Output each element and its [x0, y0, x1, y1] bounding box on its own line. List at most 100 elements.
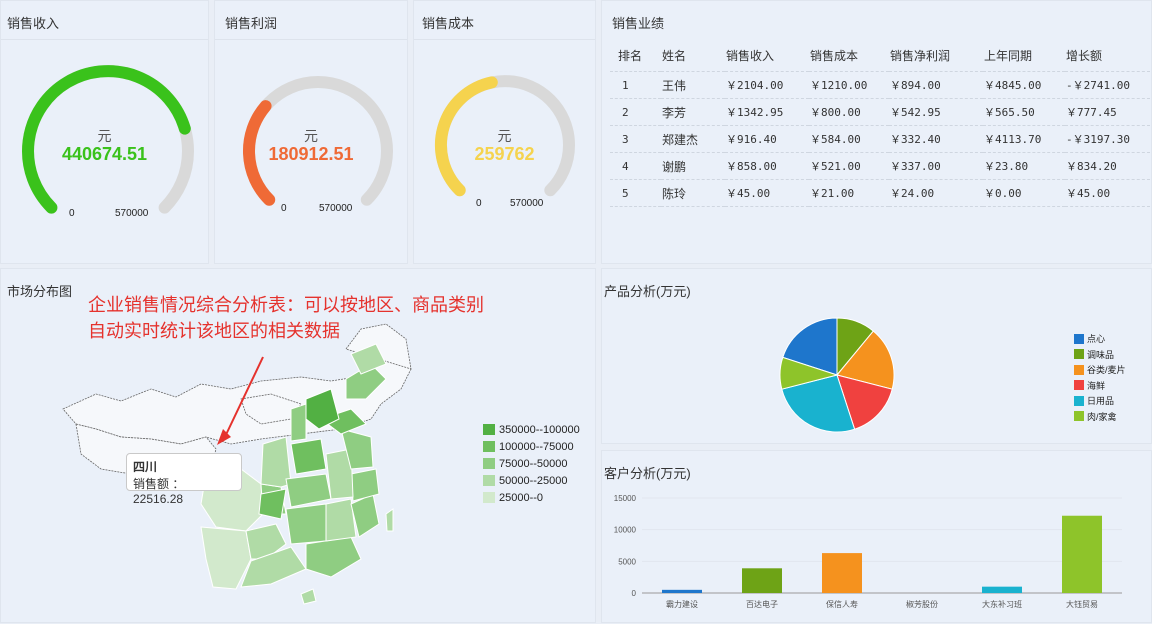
map-region-shanxi: [291, 404, 306, 441]
cell-revenue: ￥916.40: [725, 126, 809, 153]
map-region-hubei: [286, 474, 331, 507]
bar-chart[interactable]: 150001000050000霸力建设百达电子保信人寿椒芳股份大东补习班大钰贸易: [602, 451, 1152, 624]
legend-item[interactable]: 肉/家禽: [1074, 409, 1126, 425]
legend-label: 50000--25000: [499, 475, 568, 487]
cell-cost: ￥21.00: [809, 180, 889, 207]
panel-title: 销售业绩: [612, 13, 664, 32]
legend-label: 日用品: [1087, 394, 1114, 407]
legend-item[interactable]: 100000--75000: [483, 438, 580, 455]
bar[interactable]: [662, 590, 702, 593]
cell-revenue: ￥45.00: [725, 180, 809, 207]
cell-net-profit: ￥894.00: [889, 72, 983, 99]
gauge-min: 0: [281, 203, 287, 214]
gauge-min: 0: [69, 208, 75, 219]
cell-rank: 2: [610, 99, 661, 126]
legend-swatch: [1074, 396, 1084, 406]
column-header[interactable]: 销售成本: [809, 39, 889, 72]
legend-swatch: [483, 475, 495, 486]
tooltip-value: 销售额 ： 22516.28: [133, 475, 235, 506]
cell-revenue: ￥858.00: [725, 153, 809, 180]
legend-item[interactable]: 谷类/麦片: [1074, 362, 1126, 378]
table-row[interactable]: 4 谢鹏 ￥858.00 ￥521.00 ￥337.00 ￥23.80 ￥834…: [610, 153, 1150, 180]
table-row[interactable]: 3 郑建杰 ￥916.40 ￥584.00 ￥332.40 ￥4113.70 -…: [610, 126, 1150, 153]
cell-revenue: ￥1342.95: [725, 99, 809, 126]
cell-name: 王伟: [661, 72, 725, 99]
legend-item[interactable]: 25000--0: [483, 489, 580, 506]
column-header[interactable]: 增长额: [1065, 39, 1150, 72]
cell-growth: ￥834.20: [1065, 153, 1150, 180]
legend-item[interactable]: 点心: [1074, 331, 1126, 347]
map-region-gansu: [259, 489, 286, 519]
cell-net-profit: ￥24.00: [889, 180, 983, 207]
cell-name: 郑建杰: [661, 126, 725, 153]
legend-swatch: [483, 441, 495, 452]
column-header[interactable]: 姓名: [661, 39, 725, 72]
product-pie-panel: 产品分析(万元) 点心 调味品 谷类/麦片 海鲜 日用品 肉/家禽: [601, 268, 1152, 444]
map-region-henan: [291, 439, 326, 474]
legend-item[interactable]: 调味品: [1074, 347, 1126, 363]
legend-item[interactable]: 75000--50000: [483, 455, 580, 472]
gauge-max: 570000: [510, 198, 543, 209]
cell-last-year: ￥565.50: [983, 99, 1065, 126]
sales-table: 排名 姓名 销售收入 销售成本 销售净利润 上年同期 增长额 1 王伟 ￥210…: [610, 39, 1150, 207]
x-tick-label: 百达电子: [746, 599, 778, 609]
x-tick-label: 霸力建设: [666, 599, 698, 609]
legend-swatch: [483, 492, 495, 503]
column-header[interactable]: 销售收入: [725, 39, 809, 72]
gauge-value: 259762: [414, 144, 595, 165]
gauge-panel-cost: 销售成本 元 259762 0 570000: [413, 0, 596, 264]
table-row[interactable]: 1 王伟 ￥2104.00 ￥1210.00 ￥894.00 ￥4845.00 …: [610, 72, 1150, 99]
cell-growth: ￥777.45: [1065, 99, 1150, 126]
cell-cost: ￥521.00: [809, 153, 889, 180]
map-region-taiwan: [386, 509, 393, 531]
legend-label: 350000--100000: [499, 424, 580, 436]
cell-last-year: ￥4113.70: [983, 126, 1065, 153]
legend-swatch: [483, 424, 495, 435]
cell-growth: -￥3197.30: [1065, 126, 1150, 153]
customer-bar-panel: 客户分析(万元) 150001000050000霸力建设百达电子保信人寿椒芳股份…: [601, 450, 1152, 623]
table-row[interactable]: 2 李芳 ￥1342.95 ￥800.00 ￥542.95 ￥565.50 ￥7…: [610, 99, 1150, 126]
cell-last-year: ￥0.00: [983, 180, 1065, 207]
column-header[interactable]: 上年同期: [983, 39, 1065, 72]
cell-name: 陈玲: [661, 180, 725, 207]
column-header[interactable]: 销售净利润: [889, 39, 983, 72]
gauge-unit: 元: [1, 126, 208, 146]
cell-name: 谢鹏: [661, 153, 725, 180]
annotation-text: 企业销售情况综合分析表：可以按地区、商品类别 自动实时统计该地区的相关数据: [88, 292, 484, 344]
gauge-max: 570000: [115, 208, 148, 219]
map-region-guangdong: [306, 537, 361, 577]
x-tick-label: 椒芳股份: [906, 599, 938, 609]
y-tick-label: 15000: [614, 494, 637, 503]
cell-net-profit: ￥337.00: [889, 153, 983, 180]
map-tooltip: 四川 销售额 ： 22516.28: [126, 453, 242, 491]
pie-chart[interactable]: [602, 269, 1152, 445]
legend-label: 点心: [1087, 332, 1105, 345]
y-tick-label: 0: [632, 589, 637, 598]
cell-growth: ￥45.00: [1065, 180, 1150, 207]
bar[interactable]: [1062, 516, 1102, 593]
legend-swatch: [1074, 334, 1084, 344]
bar[interactable]: [982, 587, 1022, 593]
legend-item[interactable]: 350000--100000: [483, 421, 580, 438]
cell-last-year: ￥4845.00: [983, 72, 1065, 99]
legend-label: 75000--50000: [499, 458, 568, 470]
map-region-hainan: [301, 589, 316, 604]
bar[interactable]: [822, 553, 862, 593]
column-header[interactable]: 排名: [610, 39, 661, 72]
cell-net-profit: ￥542.95: [889, 99, 983, 126]
cell-rank: 4: [610, 153, 661, 180]
cell-rank: 3: [610, 126, 661, 153]
x-tick-label: 大钰贸易: [1066, 599, 1098, 609]
map-region-zhejiang: [351, 469, 379, 501]
gauge-panel-revenue: 销售收入 元 440674.51 0 570000: [0, 0, 209, 264]
cell-rank: 5: [610, 180, 661, 207]
x-tick-label: 大东补习班: [982, 599, 1022, 609]
legend-item[interactable]: 日用品: [1074, 393, 1126, 409]
table-row[interactable]: 5 陈玲 ￥45.00 ￥21.00 ￥24.00 ￥0.00 ￥45.00: [610, 180, 1150, 207]
legend-item[interactable]: 50000--25000: [483, 472, 580, 489]
cell-cost: ￥800.00: [809, 99, 889, 126]
legend-item[interactable]: 海鲜: [1074, 378, 1126, 394]
cell-cost: ￥584.00: [809, 126, 889, 153]
bar[interactable]: [742, 568, 782, 593]
x-tick-label: 保信人寿: [826, 599, 858, 609]
